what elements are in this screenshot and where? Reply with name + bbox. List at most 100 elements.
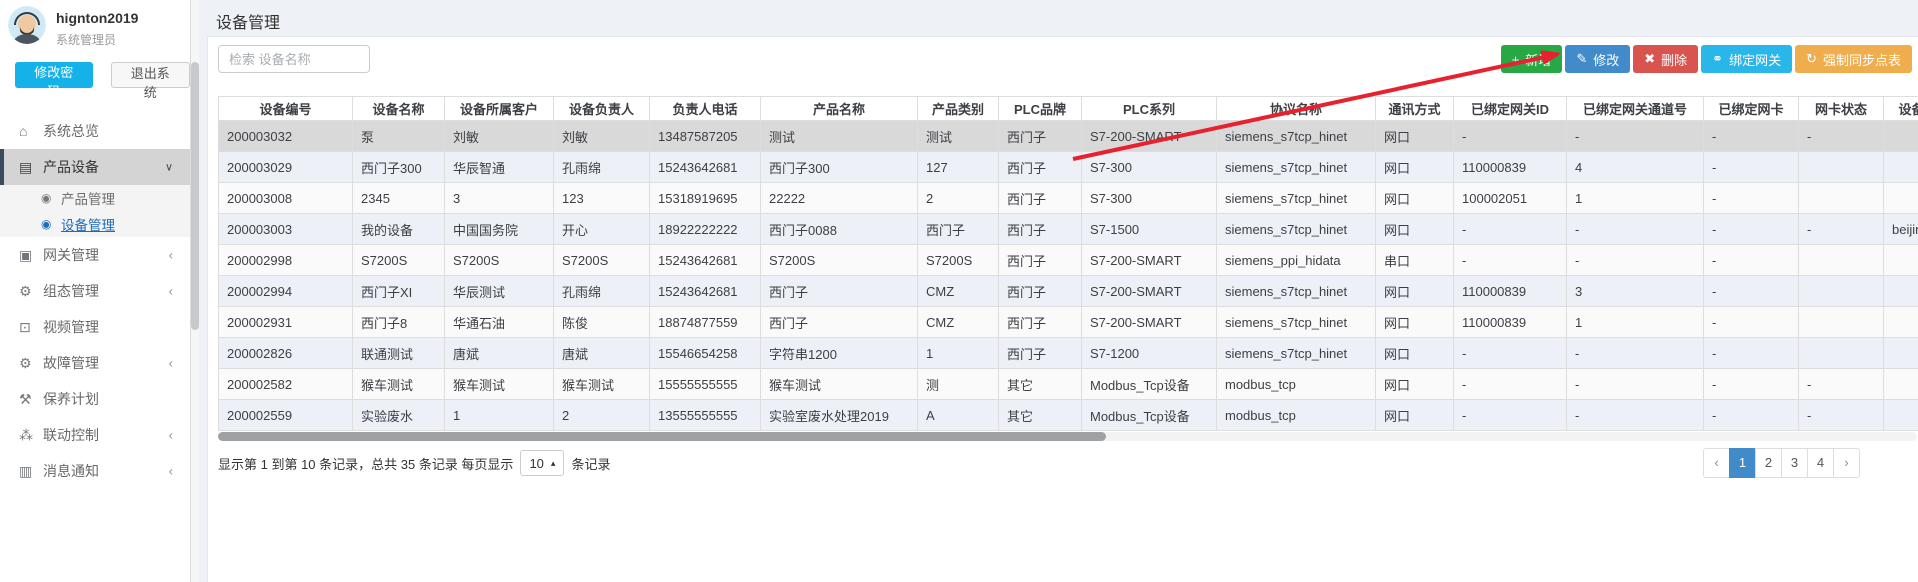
page-title: 设备管理 xyxy=(199,0,1918,36)
content-panel: +新增✎修改✖删除⚭绑定网关↻强制同步点表 设备编号设备名称设备所属客户设备负责… xyxy=(207,36,1918,582)
cell-phone: 15243642681 xyxy=(650,152,761,183)
search-input[interactable] xyxy=(218,45,370,73)
cell-gateway_channel: 4 xyxy=(1567,152,1704,183)
col-header-device_id[interactable]: 设备编号 xyxy=(219,97,353,121)
table-row[interactable]: 200002994西门子XI华辰测试孔雨绵15243642681西门子CMZ西门… xyxy=(219,276,1918,307)
table-row[interactable]: 200003032泵刘敏刘敏13487587205测试测试西门子S7-200-S… xyxy=(219,121,1918,152)
table-row[interactable]: 200002582猴车测试猴车测试猴车测试15555555555猴车测试测其它M… xyxy=(219,369,1918,400)
page-1-button[interactable]: 1 xyxy=(1729,448,1756,478)
sidebar-item-message-notice[interactable]: ▥消息通知‹ xyxy=(0,453,190,489)
cell-comm_mode: 网口 xyxy=(1376,276,1454,307)
page-next-button[interactable]: › xyxy=(1833,448,1860,478)
cell-protocol: modbus_tcp xyxy=(1217,369,1376,400)
sidebar-item-maintenance-plan[interactable]: ⚒保养计划 xyxy=(0,381,190,417)
cell-product_category: A xyxy=(918,400,999,431)
cell-address xyxy=(1884,245,1918,276)
user-box: hignton2019 系统管理员 xyxy=(0,0,190,48)
cell-address xyxy=(1884,338,1918,369)
sidebar-item-device-management[interactable]: ◉设备管理 xyxy=(0,211,190,237)
cell-bound_nic: - xyxy=(1704,400,1799,431)
col-header-protocol[interactable]: 协议名称 xyxy=(1217,97,1376,121)
table-wrapper: 设备编号设备名称设备所属客户设备负责人负责人电话产品名称产品类别PLC品牌PLC… xyxy=(218,96,1918,431)
col-header-product_category[interactable]: 产品类别 xyxy=(918,97,999,121)
cell-customer: 猴车测试 xyxy=(445,369,554,400)
cell-protocol: siemens_s7tcp_hinet xyxy=(1217,214,1376,245)
cell-address xyxy=(1884,369,1918,400)
col-header-plc_brand[interactable]: PLC品牌 xyxy=(999,97,1082,121)
delete-button[interactable]: ✖删除 xyxy=(1633,45,1698,73)
cell-protocol: siemens_s7tcp_hinet xyxy=(1217,152,1376,183)
page-size-dropdown[interactable]: 10 ▴ xyxy=(520,450,564,476)
col-header-phone[interactable]: 负责人电话 xyxy=(650,97,761,121)
cell-address: beijing xyxy=(1884,214,1918,245)
col-header-nic_status[interactable]: 网卡状态 xyxy=(1799,97,1884,121)
x-icon: ✖ xyxy=(1644,51,1655,67)
bind-gateway-button[interactable]: ⚭绑定网关 xyxy=(1701,45,1792,73)
cell-nic_status xyxy=(1799,276,1884,307)
cell-plc_brand: 西门子 xyxy=(999,214,1082,245)
cell-owner: 陈俊 xyxy=(554,307,650,338)
table-row[interactable]: 200002826联通测试唐斌唐斌15546654258字符串12001西门子S… xyxy=(219,338,1918,369)
cell-bound_nic: - xyxy=(1704,214,1799,245)
col-header-gateway_id[interactable]: 已绑定网关ID xyxy=(1454,97,1567,121)
col-header-plc_series[interactable]: PLC系列 xyxy=(1082,97,1217,121)
cell-device_id: 200003008 xyxy=(219,183,353,214)
page-3-button[interactable]: 3 xyxy=(1781,448,1808,478)
page-4-button[interactable]: 4 xyxy=(1807,448,1834,478)
col-header-gateway_channel[interactable]: 已绑定网关通道号 xyxy=(1567,97,1704,121)
cell-product_name: 西门子 xyxy=(761,276,918,307)
table-row[interactable]: 200002998S7200SS7200SS7200S15243642681S7… xyxy=(219,245,1918,276)
change-password-button[interactable]: 修改密码 xyxy=(15,62,93,88)
sidebar-item-gateway-management[interactable]: ▣网关管理‹ xyxy=(0,237,190,273)
sidebar-item-product-management[interactable]: ◉产品管理 xyxy=(0,185,190,211)
sidebar-scrollbar[interactable] xyxy=(191,0,199,582)
col-header-device_name[interactable]: 设备名称 xyxy=(353,97,445,121)
logout-button[interactable]: 退出系统 xyxy=(111,62,191,88)
chevron-left-icon: ‹ xyxy=(169,428,173,443)
col-header-bound_nic[interactable]: 已绑定网卡 xyxy=(1704,97,1799,121)
table-row[interactable]: 200003003我的设备中国国务院开心18922222222西门子0088西门… xyxy=(219,214,1918,245)
cell-bound_nic: - xyxy=(1704,152,1799,183)
cell-comm_mode: 网口 xyxy=(1376,369,1454,400)
sidebar-item-system-overview[interactable]: ⌂系统总览 xyxy=(0,113,190,149)
table-horizontal-scrollbar[interactable] xyxy=(218,432,1917,441)
col-header-customer[interactable]: 设备所属客户 xyxy=(445,97,554,121)
cell-product_category: 2 xyxy=(918,183,999,214)
cell-device_name: 西门子XI xyxy=(353,276,445,307)
edit-button[interactable]: ✎修改 xyxy=(1565,45,1630,73)
add-button[interactable]: +新增 xyxy=(1501,45,1563,73)
cell-customer: 华通石油 xyxy=(445,307,554,338)
col-header-comm_mode[interactable]: 通讯方式 xyxy=(1376,97,1454,121)
cell-product_name: 西门子 xyxy=(761,307,918,338)
table-horizontal-scrollbar-thumb[interactable] xyxy=(218,432,1106,441)
chevron-down-icon: ∨ xyxy=(165,161,173,174)
table-row[interactable]: 200003029西门子300华辰智通孔雨绵15243642681西门子3001… xyxy=(219,152,1918,183)
cell-comm_mode: 串口 xyxy=(1376,245,1454,276)
col-header-address[interactable]: 设备所在地址 xyxy=(1884,97,1918,121)
cell-phone: 15243642681 xyxy=(650,245,761,276)
sidebar-item-video-management[interactable]: ⊡视频管理 xyxy=(0,309,190,345)
page-2-button[interactable]: 2 xyxy=(1755,448,1782,478)
col-header-product_name[interactable]: 产品名称 xyxy=(761,97,918,121)
cell-protocol: modbus_tcp xyxy=(1217,400,1376,431)
page-prev-button[interactable]: ‹ xyxy=(1703,448,1730,478)
table-row[interactable]: 200002559实验废水1213555555555实验室废水处理2019A其它… xyxy=(219,400,1918,431)
table-row[interactable]: 200002931西门子8华通石油陈俊18874877559西门子CMZ西门子S… xyxy=(219,307,1918,338)
pencil-icon: ✎ xyxy=(1576,51,1587,67)
cell-phone: 15555555555 xyxy=(650,369,761,400)
sidebar-scrollbar-thumb[interactable] xyxy=(191,62,199,330)
table-row[interactable]: 2000030082345312315318919695222222西门子S7-… xyxy=(219,183,1918,214)
cell-product_category: CMZ xyxy=(918,307,999,338)
sidebar-item-fault-management[interactable]: ⚙故障管理‹ xyxy=(0,345,190,381)
cell-bound_nic: - xyxy=(1704,369,1799,400)
cell-gateway_channel: - xyxy=(1567,121,1704,152)
avatar[interactable] xyxy=(8,6,46,44)
cell-device_name: 西门子8 xyxy=(353,307,445,338)
sidebar-item-config-management[interactable]: ⚙组态管理‹ xyxy=(0,273,190,309)
sidebar-item-linkage-control[interactable]: ⁂联动控制‹ xyxy=(0,417,190,453)
user-info: hignton2019 系统管理员 xyxy=(56,6,138,48)
sidebar-item-product-device[interactable]: ▤产品设备∨ xyxy=(0,149,190,185)
cell-comm_mode: 网口 xyxy=(1376,152,1454,183)
force-sync-points-button[interactable]: ↻强制同步点表 xyxy=(1795,45,1912,73)
col-header-owner[interactable]: 设备负责人 xyxy=(554,97,650,121)
